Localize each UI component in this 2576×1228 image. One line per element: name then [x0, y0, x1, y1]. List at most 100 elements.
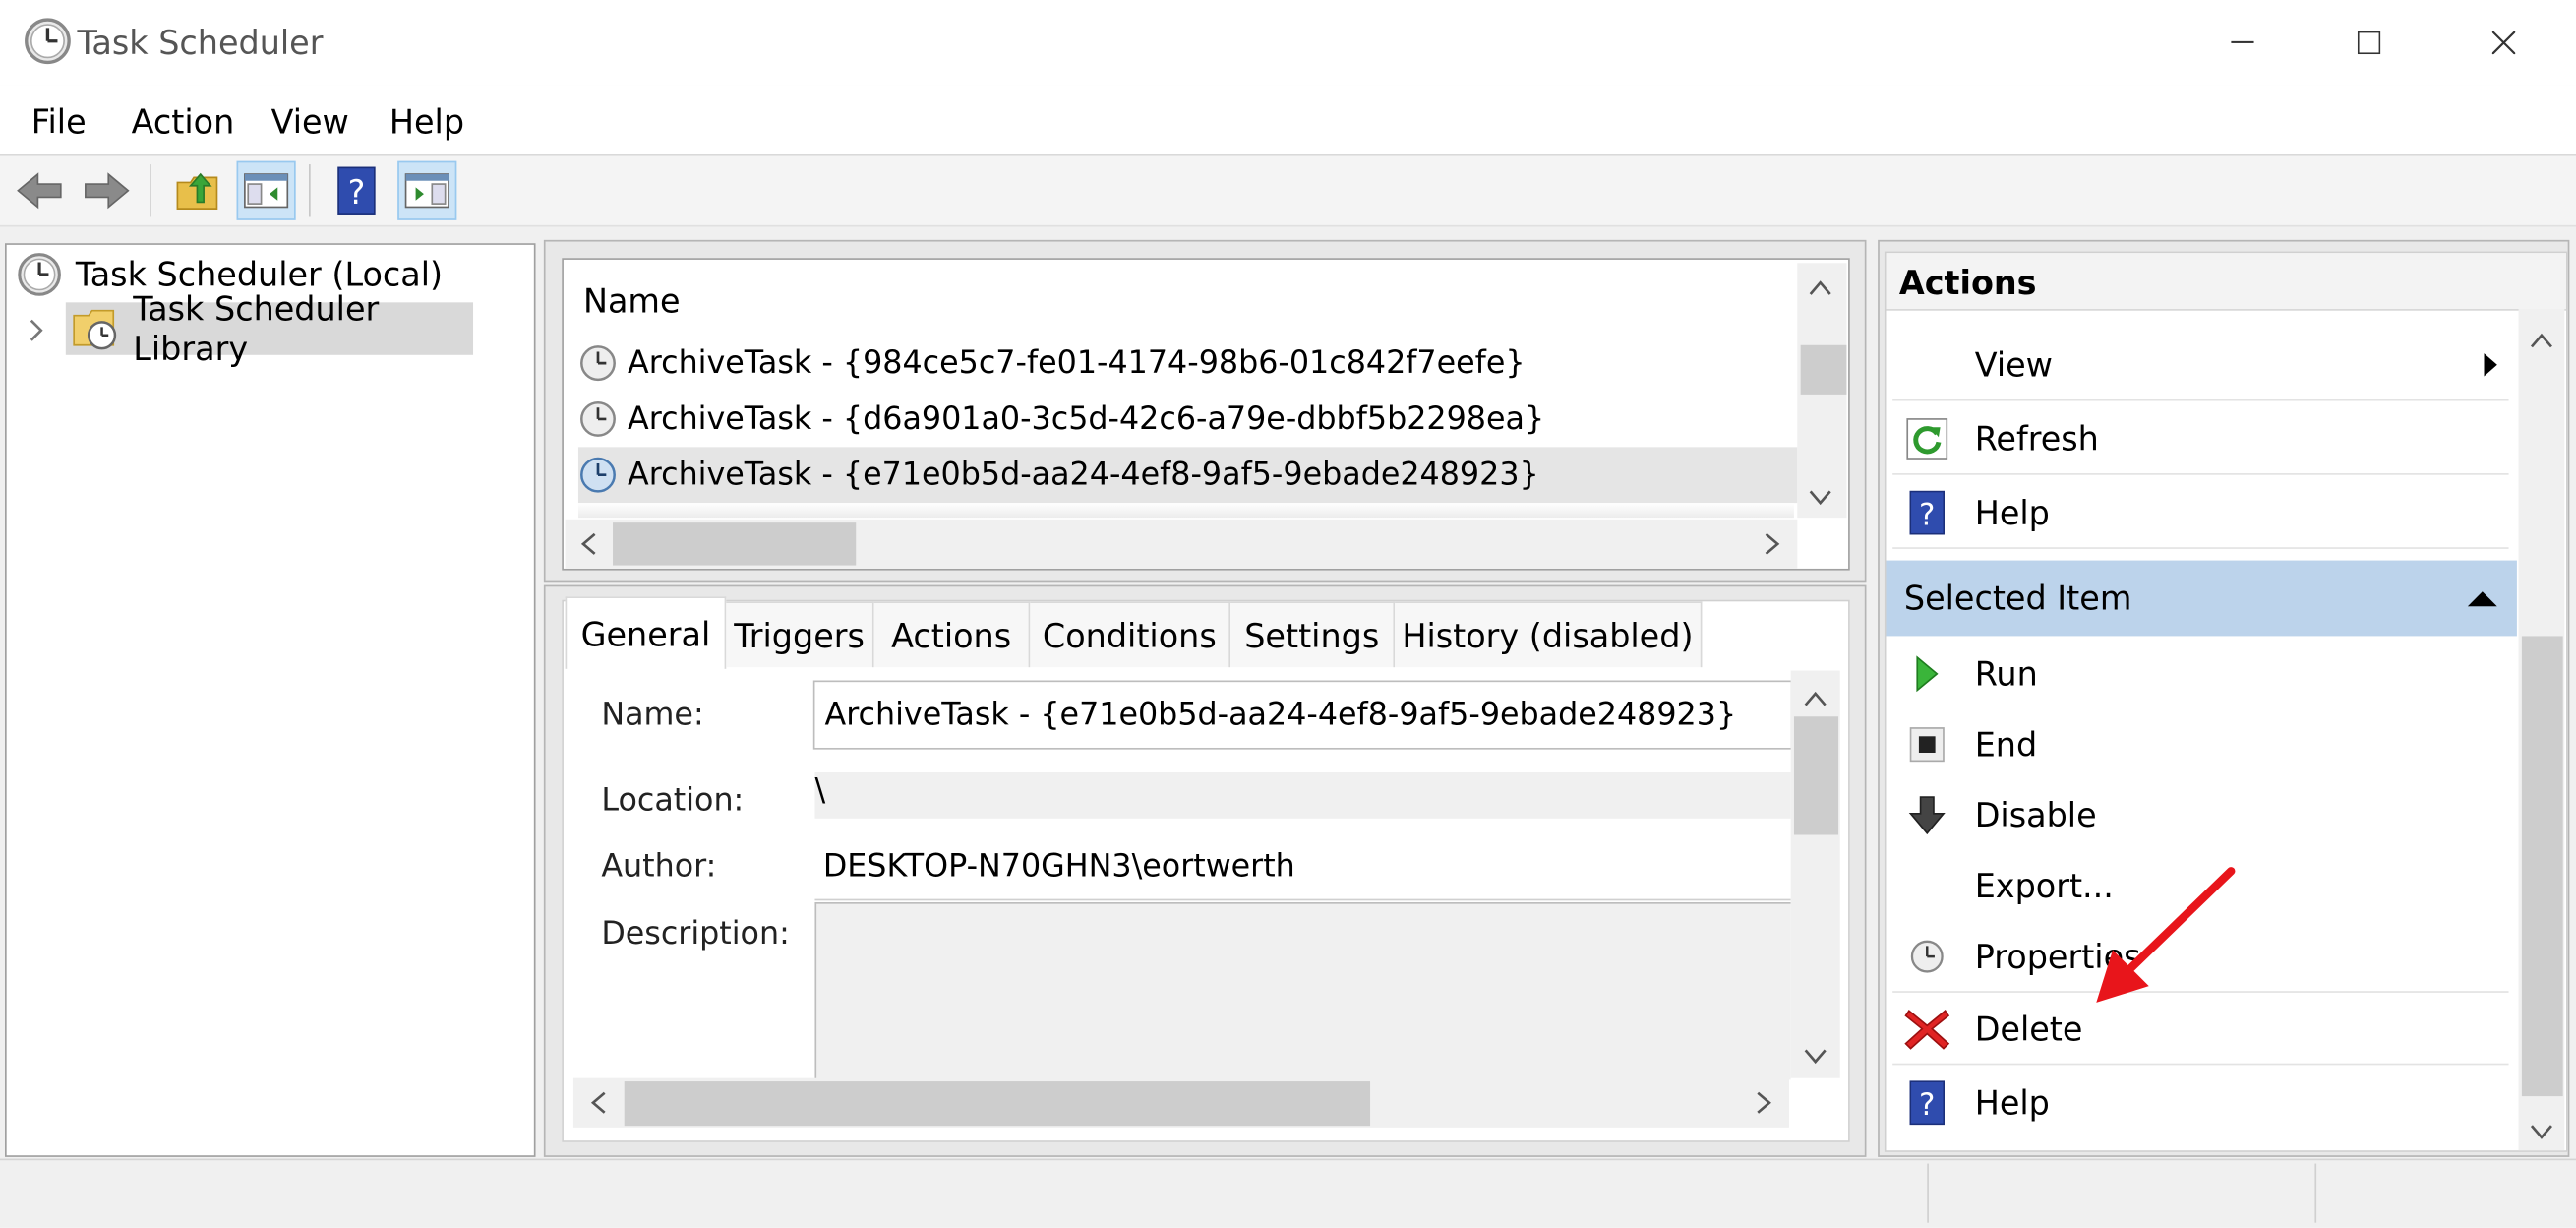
tree-label-library: Task Scheduler Library — [133, 288, 380, 369]
divider — [814, 898, 1791, 901]
location-label: Location: — [601, 782, 745, 819]
menu-action[interactable]: Action — [132, 102, 235, 142]
action-label: End — [1974, 724, 2038, 765]
show-hide-console-tree-icon[interactable] — [236, 160, 296, 220]
collapse-icon[interactable] — [2467, 590, 2497, 607]
chevron-down-icon[interactable] — [2529, 1118, 2555, 1149]
tab-conditions[interactable]: Conditions — [1030, 601, 1231, 668]
maximize-button[interactable] — [2336, 17, 2402, 69]
location-field[interactable]: \ — [814, 772, 1791, 819]
action-label: Help — [1974, 1082, 2050, 1123]
tree-label-root: Task Scheduler (Local) — [75, 254, 444, 294]
action-help[interactable]: ? Help — [1892, 476, 2509, 549]
blank-icon — [1899, 858, 1955, 914]
scroll-thumb[interactable] — [1800, 344, 1847, 395]
name-field[interactable]: ArchiveTask - {e71e0b5d-aa24-4ef8-9af5-9… — [812, 680, 1793, 750]
menu-file[interactable]: File — [31, 102, 87, 142]
svg-text:?: ? — [1919, 497, 1935, 532]
up-folder-icon[interactable] — [167, 161, 226, 220]
task-row[interactable]: ArchiveTask - {984ce5c7-fe01-4174-98b6-0… — [578, 336, 1794, 392]
chevron-up-icon[interactable] — [1802, 684, 1828, 715]
menu-bar — [0, 85, 2576, 156]
tree-item-library[interactable]: Task Scheduler Library — [65, 289, 474, 368]
menu-help[interactable]: Help — [389, 102, 464, 142]
svg-text:?: ? — [1919, 1087, 1935, 1123]
action-run[interactable]: Run — [1892, 638, 2508, 709]
author-label: Author: — [601, 847, 717, 885]
stop-icon — [1899, 716, 1955, 772]
task-clock-icon — [578, 343, 618, 383]
folder-clock-icon — [71, 306, 120, 352]
scroll-thumb[interactable] — [1793, 716, 1839, 835]
tab-settings[interactable]: Settings — [1230, 601, 1396, 668]
chevron-left-icon[interactable] — [578, 531, 598, 564]
scroll-thumb[interactable] — [2521, 636, 2563, 1097]
action-disable[interactable]: Disable — [1892, 779, 2508, 851]
actions-title: Actions — [1898, 263, 2037, 303]
tab-triggers[interactable]: Triggers — [726, 601, 874, 668]
chevron-down-icon[interactable] — [1807, 483, 1833, 515]
back-icon[interactable] — [10, 161, 69, 220]
clock-icon — [17, 252, 63, 298]
title-bar — [0, 0, 2576, 86]
help-icon: ? — [1899, 484, 1955, 540]
task-name: ArchiveTask - {e71e0b5d-aa24-4ef8-9af5-9… — [628, 457, 1539, 494]
chevron-right-icon[interactable] — [1763, 531, 1782, 564]
tab-actions[interactable]: Actions — [873, 601, 1031, 668]
task-row-partial — [577, 503, 1794, 519]
chevron-down-icon[interactable] — [1802, 1042, 1828, 1074]
svg-text:?: ? — [348, 173, 366, 212]
blank-icon — [1899, 337, 1955, 393]
task-clock-icon — [578, 399, 618, 439]
window-title: Task Scheduler — [77, 23, 324, 63]
action-label: View — [1974, 343, 2053, 385]
task-scheduler-window: Task Scheduler File Action View Help ? T… — [0, 0, 2576, 1228]
chevron-right-icon[interactable] — [27, 317, 46, 349]
close-button[interactable] — [2471, 17, 2537, 69]
annotation-arrow-icon — [2096, 867, 2236, 1003]
action-view[interactable]: View — [1892, 329, 2509, 401]
action-label: Disable — [1974, 795, 2097, 835]
tab-general[interactable]: General — [565, 596, 727, 669]
minimize-button[interactable] — [2210, 17, 2276, 69]
chevron-up-icon[interactable] — [1807, 273, 1833, 304]
forward-icon[interactable] — [78, 161, 137, 220]
status-divider — [2314, 1163, 2317, 1223]
toolbar-separator — [149, 164, 151, 217]
task-row-selected[interactable]: ArchiveTask - {e71e0b5d-aa24-4ef8-9af5-9… — [577, 447, 1798, 504]
scroll-thumb[interactable] — [613, 522, 857, 566]
menu-view[interactable]: View — [271, 102, 349, 142]
status-bar — [0, 1158, 2576, 1228]
tab-history[interactable]: History (disabled) — [1395, 601, 1703, 668]
task-clock-icon — [578, 456, 618, 495]
run-icon — [1899, 645, 1955, 702]
description-label: Description: — [601, 915, 790, 952]
chevron-right-icon[interactable] — [1755, 1089, 1774, 1122]
refresh-icon — [1899, 410, 1955, 466]
author-field[interactable]: DESKTOP-N70GHN3\eortwerth — [823, 848, 1295, 885]
clock-icon — [23, 17, 72, 66]
action-help-selected[interactable]: ? Help — [1892, 1067, 2508, 1138]
action-end[interactable]: End — [1892, 708, 2508, 780]
scroll-thumb[interactable] — [624, 1081, 1371, 1127]
help-icon[interactable]: ? — [327, 161, 386, 220]
description-field[interactable] — [814, 901, 1791, 1080]
action-label: Run — [1974, 653, 2038, 694]
task-row[interactable]: ArchiveTask - {d6a901a0-3c5d-42c6-a79e-d… — [578, 392, 1794, 448]
selected-item-title: Selected Item — [1903, 578, 2132, 619]
toolbar — [0, 155, 2576, 227]
task-name: ArchiveTask - {d6a901a0-3c5d-42c6-a79e-d… — [628, 400, 1545, 438]
submenu-arrow-icon — [2483, 351, 2499, 378]
selected-item-header[interactable]: Selected Item — [1886, 560, 2517, 637]
show-hide-action-pane-icon[interactable] — [397, 160, 457, 220]
console-tree-panel — [5, 243, 536, 1157]
chevron-up-icon[interactable] — [2529, 326, 2555, 357]
toolbar-separator — [309, 164, 311, 217]
delete-x-icon — [1899, 1000, 1955, 1056]
chevron-left-icon[interactable] — [588, 1089, 608, 1122]
name-label: Name: — [601, 697, 704, 733]
action-refresh[interactable]: Refresh — [1892, 402, 2509, 475]
action-label: Delete — [1974, 1008, 2083, 1048]
action-label: Help — [1974, 492, 2050, 532]
column-header-name[interactable]: Name — [583, 281, 681, 321]
